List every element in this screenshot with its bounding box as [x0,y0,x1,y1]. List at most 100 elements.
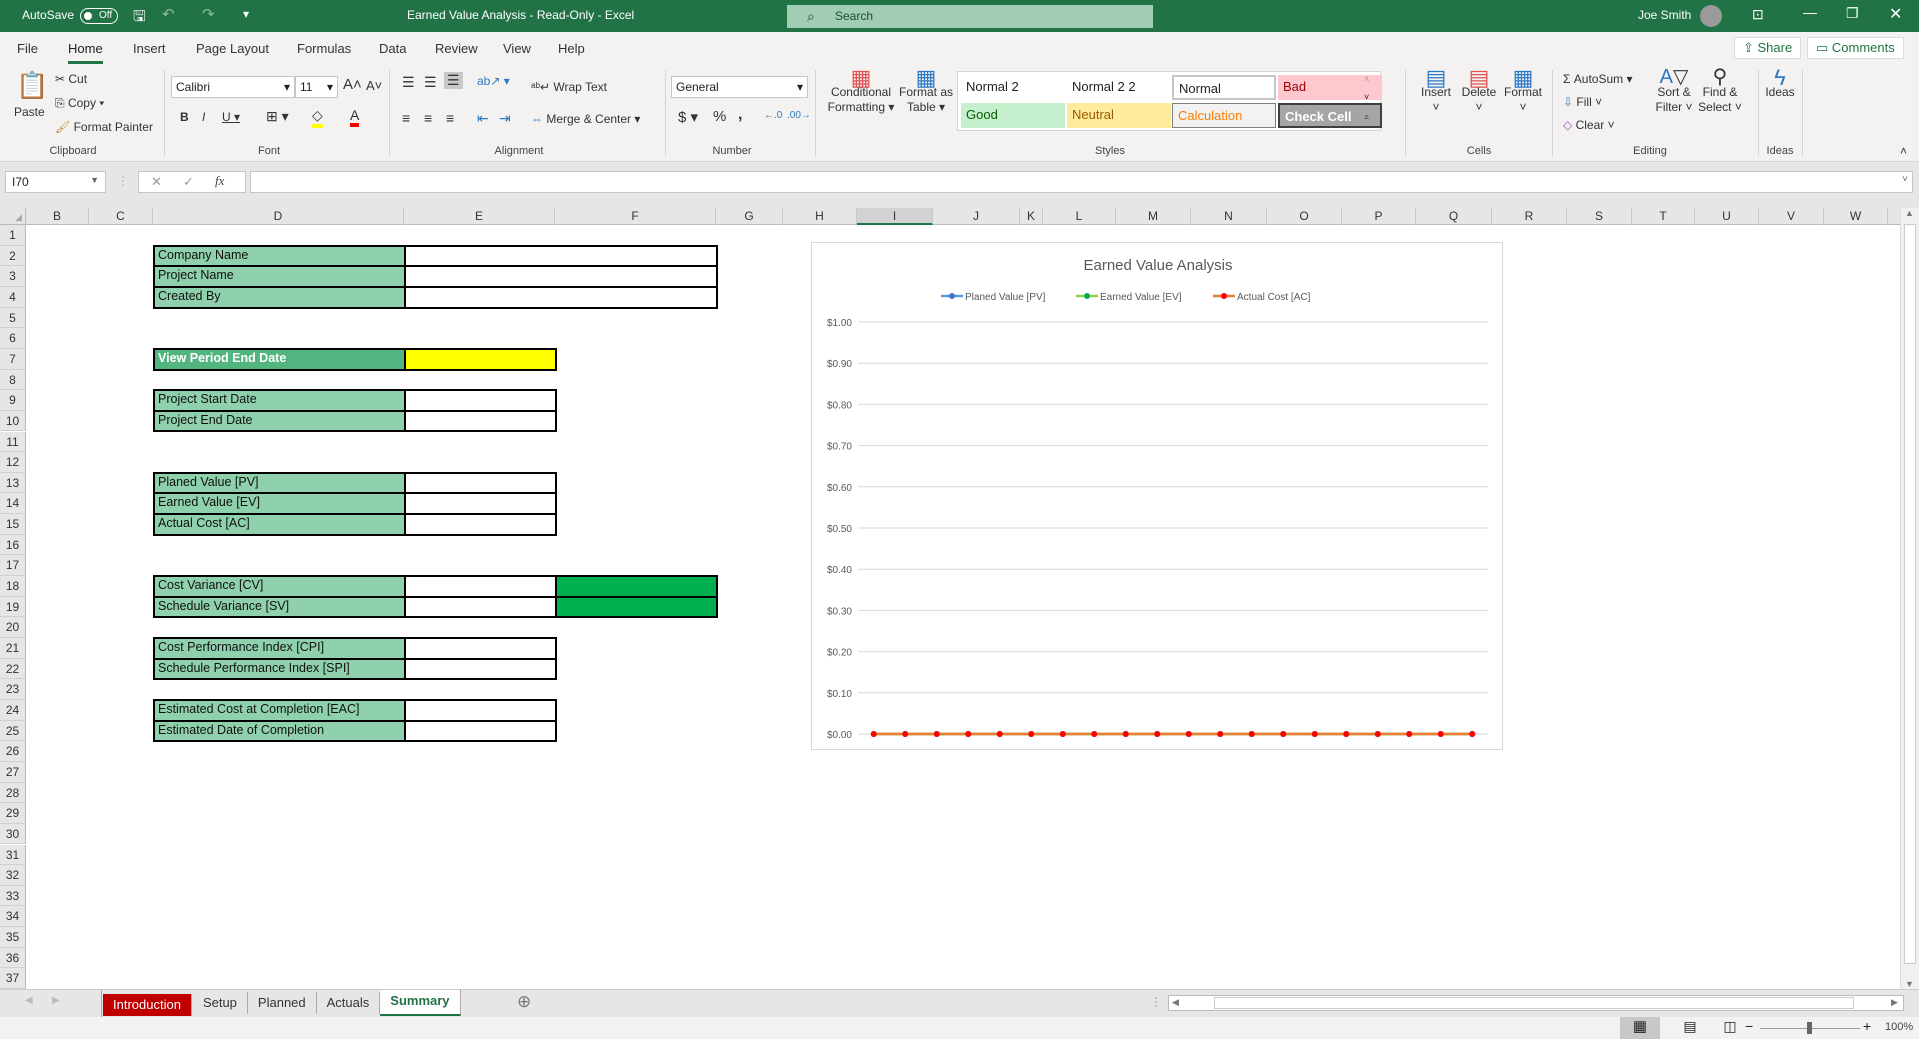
increase-indent-icon[interactable]: ⇥ [499,110,511,127]
merge-center-button[interactable]: ⇔ Merge & Center ▾ [531,112,640,126]
row-header-35[interactable]: 35 [0,927,26,948]
row-header-3[interactable]: 3 [0,266,26,287]
row-header-24[interactable]: 24 [0,699,26,721]
column-header-C[interactable]: C [89,208,153,225]
tab-home[interactable]: Home [68,41,103,64]
row-header-32[interactable]: 32 [0,865,26,886]
conditional-formatting-button[interactable]: ▦ Conditional Formatting ▾ [826,67,896,115]
row-header-15[interactable]: 15 [0,514,26,535]
clear-button[interactable]: ◇ Clear ˅ [1563,118,1615,132]
column-header-M[interactable]: M [1116,208,1191,225]
comma-icon[interactable]: , [738,106,742,124]
cut-button[interactable]: ✂ Cut [55,72,87,86]
row-header-37[interactable]: 37 [0,968,26,990]
ideas-button[interactable]: ϟ Ideas [1763,67,1797,100]
column-header-L[interactable]: L [1043,208,1116,225]
cell-value[interactable] [404,285,718,309]
row-header-29[interactable]: 29 [0,803,26,824]
formula-input[interactable]: ˅ [250,171,1913,193]
style-normal-2-2[interactable]: Normal 2 2 [1067,75,1171,100]
normal-view-icon[interactable]: ▦ [1620,1017,1660,1039]
share-button[interactable]: ⇪ Share [1734,37,1802,59]
tab-splitter-icon[interactable]: ⋮ [1150,995,1162,1009]
tab-data[interactable]: Data [379,41,406,56]
sheet-tab-setup[interactable]: Setup [193,992,248,1014]
redo-icon[interactable]: ↷ [202,5,215,23]
row-header-28[interactable]: 28 [0,782,26,804]
align-left-icon[interactable]: ≡ [402,110,410,126]
tab-review[interactable]: Review [435,41,478,56]
find-select-button[interactable]: ⚲ Find & Select ˅ [1697,67,1743,115]
user-name[interactable]: Joe Smith [1638,8,1691,22]
cell-value[interactable] [404,265,718,288]
column-header-K[interactable]: K [1020,208,1043,225]
gallery-up-icon[interactable]: ˄ [1364,74,1369,84]
cell-value[interactable] [404,409,557,433]
row-header-26[interactable]: 26 [0,741,26,762]
cell-value[interactable] [404,244,718,268]
column-header-I[interactable]: I [857,208,933,225]
page-layout-view-icon[interactable]: ▤ [1670,1018,1710,1035]
column-header-U[interactable]: U [1695,208,1759,225]
row-header-27[interactable]: 27 [0,761,26,783]
chart[interactable]: Earned Value Analysis $1.00 $0.90 $0.80 $0.… [811,242,1503,750]
currency-icon[interactable]: $ ▾ [678,108,698,126]
row-header-23[interactable]: 23 [0,679,26,700]
column-header-T[interactable]: T [1632,208,1695,225]
autosave-toggle[interactable]: Off [80,8,118,24]
tab-insert[interactable]: Insert [133,41,166,56]
style-neutral[interactable]: Neutral [1067,103,1171,128]
font-size-select[interactable]: 11 ▾ [295,76,338,98]
style-normal[interactable]: Normal [1172,75,1276,100]
sheet-tab-summary[interactable]: Summary [380,990,461,1016]
row-header-17[interactable]: 17 [0,555,26,577]
column-header-R[interactable]: R [1492,208,1567,225]
row-header-12[interactable]: 12 [0,452,26,473]
format-as-table-button[interactable]: ▦ Format as Table ▾ [897,67,955,115]
row-header-16[interactable]: 16 [0,534,26,556]
cell-value[interactable] [404,471,557,495]
row-header-20[interactable]: 20 [0,617,26,638]
paste-button[interactable]: Paste [14,105,45,119]
row-header-14[interactable]: 14 [0,493,26,515]
align-right-icon[interactable]: ≡ [446,110,454,126]
row-header-25[interactable]: 25 [0,720,26,742]
column-header-H[interactable]: H [783,208,857,225]
bold-button[interactable]: B [180,110,189,124]
scroll-left-icon[interactable]: ◀ [1172,997,1179,1008]
customize-qat-icon[interactable]: ▾ [243,7,249,21]
italic-button[interactable]: I [202,110,205,124]
row-header-4[interactable]: 4 [0,286,26,308]
font-name-select[interactable]: Calibri ▾ [171,76,295,98]
cell-value[interactable] [404,513,557,536]
close-icon[interactable]: ✕ [1889,4,1902,24]
comments-button[interactable]: ▭ Comments [1807,37,1904,59]
page-break-view-icon[interactable]: ◫ [1710,1018,1750,1035]
zoom-level[interactable]: 100% [1885,1021,1913,1033]
row-header-10[interactable]: 10 [0,410,26,432]
hscroll-thumb[interactable] [1214,997,1854,1009]
row-header-19[interactable]: 19 [0,596,26,618]
scroll-thumb[interactable] [1904,224,1916,964]
column-header-J[interactable]: J [933,208,1020,225]
gallery-more-icon[interactable]: ⩡ [1364,112,1369,123]
row-header-34[interactable]: 34 [0,906,26,928]
column-header-O[interactable]: O [1267,208,1342,225]
next-sheet-icon[interactable]: ▶ [52,995,60,1006]
decrease-indent-icon[interactable]: ⇤ [477,110,489,127]
sort-filter-button[interactable]: A▽ Sort & Filter ˅ [1653,67,1695,115]
column-header-B[interactable]: B [26,208,89,225]
row-header-21[interactable]: 21 [0,638,26,659]
add-sheet-icon[interactable]: ⊕ [517,992,531,1012]
minimize-icon[interactable]: — [1803,4,1817,20]
column-header-E[interactable]: E [404,208,555,225]
tab-formulas[interactable]: Formulas [297,41,351,56]
row-header-30[interactable]: 30 [0,823,26,845]
style-calculation[interactable]: Calculation [1172,103,1276,128]
cell-value[interactable] [404,595,557,619]
collapse-ribbon-icon[interactable]: ˄ [1900,144,1907,158]
tab-help[interactable]: Help [558,41,585,56]
align-center-icon[interactable]: ≡ [424,110,432,126]
column-header-V[interactable]: V [1759,208,1824,225]
ribbon-display-icon[interactable]: ⊡ [1752,6,1764,23]
